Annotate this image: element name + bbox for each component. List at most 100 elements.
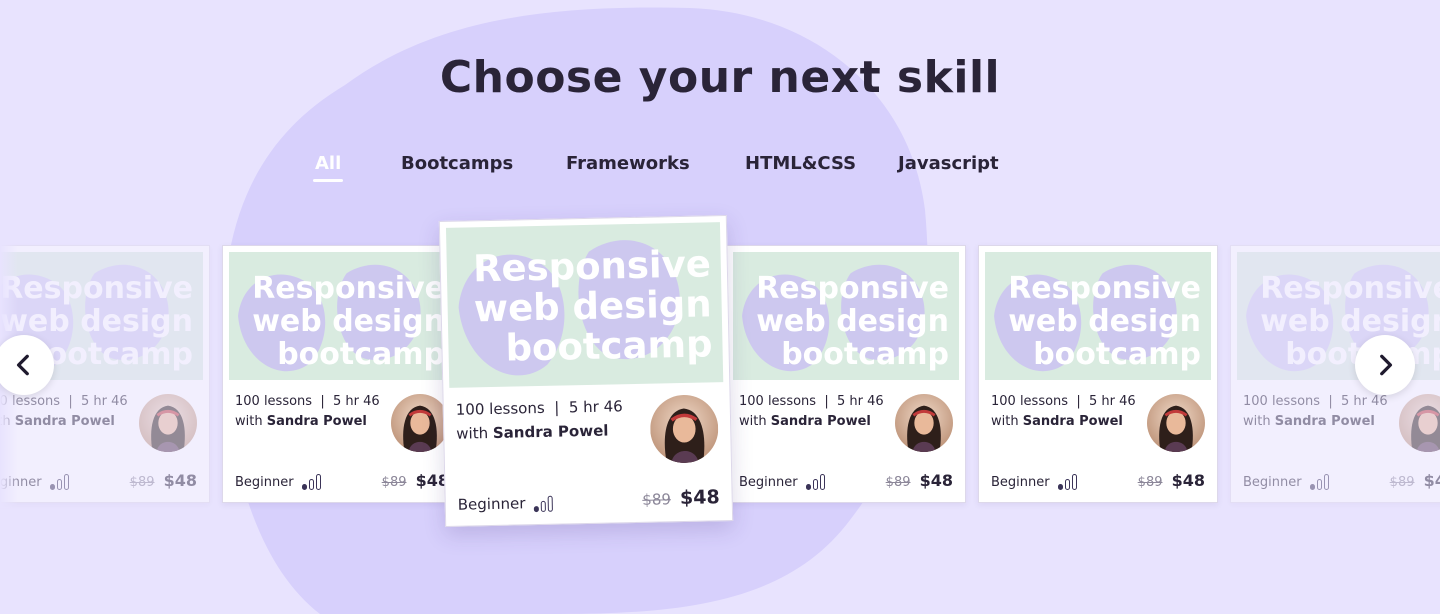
level-label: Beginner [991, 475, 1050, 490]
course-meta: 100 lessons | 5 hr 46 with Sandra Powel [0, 392, 128, 432]
lessons-count: 100 lessons [1243, 394, 1321, 409]
course-title-line: Responsive [1008, 271, 1201, 306]
course-meta: 100 lessons | 5 hr 46 with Sandra Powel [1243, 392, 1388, 432]
level-label: Beginner [457, 494, 526, 514]
lessons-count: 100 lessons [739, 394, 817, 409]
instructor-name[interactable]: Sandra Powel [771, 414, 871, 429]
avatar-portrait [1147, 394, 1205, 452]
course-title-line: Responsive [756, 271, 949, 306]
course-duration: 5 hr 46 [1341, 394, 1388, 409]
course-title-line: bootcamp [277, 337, 445, 372]
course-title-line: Responsive [252, 271, 445, 306]
instructor-name[interactable]: Sandra Powel [15, 414, 115, 429]
signal-bars-icon [301, 474, 321, 490]
course-duration: 5 hr 46 [81, 394, 128, 409]
chevron-left-icon [16, 354, 29, 376]
with-label: with [1243, 414, 1271, 429]
current-price: $48 [679, 486, 720, 510]
instructor-name[interactable]: Sandra Powel [1023, 414, 1123, 429]
course-duration: 5 hr 46 [837, 394, 884, 409]
instructor-avatar [391, 394, 449, 452]
instructor-name[interactable]: Sandra Powel [267, 414, 367, 429]
signal-bars-icon [1309, 474, 1329, 490]
signal-bars-icon [49, 474, 69, 490]
course-card-featured[interactable]: Responsive web design bootcamp 100 lesso… [438, 215, 734, 527]
with-label: with [991, 414, 1019, 429]
old-price: $89 [642, 490, 672, 509]
course-title-line: web design [1260, 304, 1440, 339]
course-duration: 5 hr 46 [333, 394, 380, 409]
course-meta: 100 lessons | 5 hr 46 with Sandra Powel [739, 392, 884, 432]
lessons-count: 100 lessons [991, 394, 1069, 409]
course-price: $89 $48 [130, 471, 197, 490]
instructor-avatar [1399, 394, 1440, 452]
course-title: Responsive web design bootcamp [473, 242, 713, 370]
instructor-avatar [1147, 394, 1205, 452]
course-thumbnail: Responsive web design bootcamp [229, 252, 455, 380]
with-label: with [235, 414, 263, 429]
current-price: $48 [163, 471, 197, 490]
instructor-avatar [895, 394, 953, 452]
course-title-line: Responsive [1260, 271, 1440, 306]
course-title-line: bootcamp [781, 337, 949, 372]
old-price: $89 [381, 475, 407, 490]
course-card[interactable]: Responsive web design bootcamp 100 lesso… [726, 245, 966, 503]
course-title-line: web design [1008, 304, 1201, 339]
course-title: Responsive web design bootcamp [1008, 272, 1201, 371]
course-level: Beginner [739, 474, 825, 490]
avatar-portrait [649, 394, 719, 464]
current-price: $48 [919, 471, 953, 490]
course-thumbnail: Responsive web design bootcamp [445, 222, 724, 388]
course-title-line: bootcamp [1033, 337, 1201, 372]
course-title: Responsive web design bootcamp [756, 272, 949, 371]
avatar-portrait [895, 394, 953, 452]
course-meta: 100 lessons | 5 hr 46 with Sandra Powel [991, 392, 1136, 432]
meta-separator: | [554, 398, 560, 417]
level-label: Beginner [235, 475, 294, 490]
course-card[interactable]: Responsive web design bootcamp 100 lesso… [978, 245, 1218, 503]
next-button[interactable] [1355, 335, 1415, 395]
course-title-line: web design [252, 304, 445, 339]
old-price: $89 [1389, 475, 1415, 490]
course-level: Beginner [1243, 474, 1329, 490]
course-card[interactable]: Responsive web design bootcamp 100 lesso… [222, 245, 462, 503]
course-title-line: Responsive [0, 271, 193, 306]
instructor-name[interactable]: Sandra Powel [1275, 414, 1375, 429]
course-price: $89 $48 [1138, 471, 1205, 490]
avatar-portrait [1399, 394, 1440, 452]
course-meta: 100 lessons | 5 hr 46 with Sandra Powel [456, 394, 624, 445]
course-price: $89 $48 [642, 486, 720, 510]
signal-bars-icon [533, 495, 553, 513]
meta-separator: | [1076, 394, 1081, 409]
instructor-avatar [139, 394, 197, 452]
meta-separator: | [68, 394, 73, 409]
old-price: $89 [129, 475, 155, 490]
signal-bars-icon [805, 474, 825, 490]
course-thumbnail: Responsive web design bootcamp [733, 252, 959, 380]
old-price: $89 [885, 475, 911, 490]
course-price: $89 $48 [382, 471, 449, 490]
lessons-count: 100 lessons [235, 394, 313, 409]
level-label: Beginner [739, 475, 798, 490]
avatar-portrait [139, 394, 197, 452]
course-price: $89 $48 [886, 471, 953, 490]
meta-separator: | [824, 394, 829, 409]
instructor-avatar [649, 394, 719, 464]
meta-separator: | [1328, 394, 1333, 409]
course-level: Beginner [458, 494, 553, 514]
course-duration: 5 hr 46 [568, 397, 623, 417]
old-price: $89 [1137, 475, 1163, 490]
course-title-line: bootcamp [505, 322, 713, 370]
course-title: Responsive web design bootcamp [252, 272, 445, 371]
instructor-name[interactable]: Sandra Powel [493, 422, 609, 442]
avatar-portrait [391, 394, 449, 452]
course-level: Beginner [235, 474, 321, 490]
current-price: $48 [1423, 471, 1440, 490]
lessons-count: 100 lessons [455, 398, 545, 419]
with-label: with [456, 424, 489, 443]
current-price: $48 [1171, 471, 1205, 490]
chevron-right-icon [1380, 354, 1393, 376]
course-thumbnail: Responsive web design bootcamp [985, 252, 1211, 380]
course-level: Beginner [991, 474, 1077, 490]
course-price: $89 $48 [1390, 471, 1440, 490]
